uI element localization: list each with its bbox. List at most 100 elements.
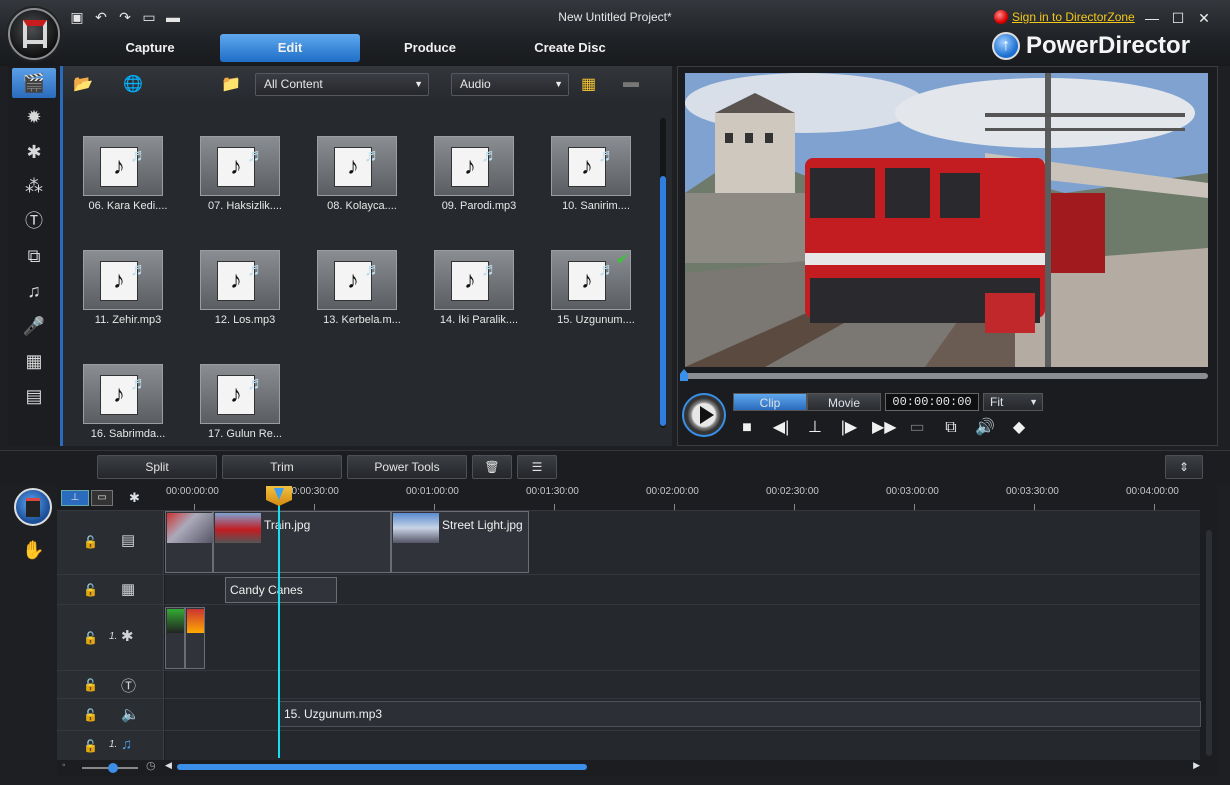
video-track-body[interactable]: Train.jpg Street Light.jpg	[165, 511, 1200, 574]
time-ruler[interactable]: 00:00:00:00 00:00:30:00 00:01:00:00 00:01:3…	[164, 484, 1200, 510]
display-settings-icon[interactable]: ◆	[1008, 417, 1030, 439]
video-clip-street-light[interactable]: Street Light.jpg	[391, 511, 529, 573]
chapter-room-icon[interactable]: ▦	[12, 346, 56, 376]
sign-in-link[interactable]: Sign in to DirectorZone	[1012, 10, 1135, 24]
media-room-icon[interactable]: 🎬	[12, 68, 56, 98]
lock-icon[interactable]: 🔓	[83, 631, 98, 645]
pip-clip-candy-canes[interactable]: Candy Canes	[225, 577, 337, 603]
library-item[interactable]: ♪ ♬ 14. İki Paralik....	[414, 220, 524, 326]
library-item[interactable]: ♪ ♬ 06. Kara Kedi....	[63, 106, 173, 212]
delete-icon[interactable]: 🗑	[472, 455, 512, 479]
seek-bar[interactable]	[683, 373, 1208, 379]
close-button[interactable]: ✕	[1196, 10, 1212, 26]
particle-room-icon[interactable]: ⁂	[12, 171, 56, 201]
timecode-field[interactable]: 00:00:00:00	[885, 393, 979, 411]
magic-tools-icon[interactable]	[14, 488, 52, 526]
timeline-vscroll[interactable]	[1204, 530, 1214, 756]
library-grid: ♪ ♬ 06. Kara Kedi.... ♪ ♬ 07. Haksizlik.... ♪ ♬…	[63, 106, 658, 446]
pip-room-icon[interactable]: ✱	[12, 137, 56, 167]
power-tools-button[interactable]: Power Tools	[347, 455, 467, 479]
ruler-tick-label: 00:01:30:00	[526, 486, 579, 497]
zoom-clock-icon[interactable]: ◷	[146, 759, 156, 772]
undock-icon[interactable]: ⧉	[940, 417, 962, 439]
scroll-left-icon[interactable]: ◀	[165, 760, 172, 771]
timeline-view-icon[interactable]: ⇕	[1165, 455, 1203, 479]
fast-forward-icon[interactable]: ▶▶	[872, 417, 897, 439]
library-item[interactable]: ♪ ♬ 08. Kolayca....	[297, 106, 407, 212]
lock-icon[interactable]: 🔓	[83, 583, 98, 597]
next-frame-icon[interactable]: |▶	[838, 417, 860, 439]
title-track-body[interactable]	[165, 671, 1200, 698]
effect-clip[interactable]	[165, 607, 185, 669]
storyboard-mode-icon[interactable]: ▭	[91, 490, 113, 506]
stop-icon[interactable]: ■	[736, 417, 758, 439]
download-globe-icon[interactable]: 🌐	[123, 74, 143, 94]
lock-icon[interactable]: 🔓	[83, 535, 98, 549]
library-item[interactable]: ♪ ♬ ✔ 15. Uzgunum....	[531, 220, 641, 326]
video-clip[interactable]	[165, 511, 213, 573]
clip-mode-button[interactable]: Clip	[733, 393, 807, 411]
timeline-mode-icon[interactable]: ⊥	[61, 490, 89, 506]
timeline-side-tools: ✋	[10, 484, 56, 776]
video-clip-train[interactable]: Train.jpg	[213, 511, 391, 573]
library-scrollbar[interactable]	[657, 106, 669, 440]
library-item[interactable]: ♪ ♬ 12. Los.mp3	[180, 220, 290, 326]
pip-track-body[interactable]: Candy Canes	[165, 575, 1200, 604]
zoom-out-icon[interactable]: ◦	[62, 760, 66, 771]
import-folder-icon[interactable]: 📂	[73, 74, 93, 94]
timeline-hscroll[interactable]: ◀ ▶	[165, 760, 1200, 774]
upgrade-icon[interactable]: ↑	[992, 32, 1020, 60]
library-item-label: 07. Haksizlik....	[208, 200, 282, 212]
library-toolbar: 📂 🌐 📁 All Content Audio ▦ ▬	[63, 66, 672, 102]
library-item[interactable]: ♪ ♬ 13. Kerbela.m...	[297, 220, 407, 326]
effect-track-body[interactable]	[165, 605, 1200, 670]
content-filter-select[interactable]: All Content	[255, 73, 429, 96]
timeline-zoom-slider[interactable]: ◦ ◷	[62, 759, 158, 774]
tab-edit[interactable]: Edit	[220, 34, 360, 62]
subtitle-room-icon[interactable]: ▤	[12, 381, 56, 411]
view-grid-icon[interactable]: ▦	[581, 74, 596, 94]
train-image	[685, 73, 1208, 367]
title-room-icon[interactable]: Ⓣ	[12, 206, 56, 236]
library-item[interactable]: ♪ ♬ 17. Gulun Re...	[180, 334, 290, 440]
effect-clip[interactable]	[185, 607, 205, 669]
media-type-select[interactable]: Audio	[451, 73, 569, 96]
hand-tool-icon[interactable]: ✋	[22, 540, 44, 561]
audio-mixing-icon[interactable]: ♫	[12, 276, 56, 306]
split-button[interactable]: Split	[97, 455, 217, 479]
audio-clip-uzgunum[interactable]: 15. Uzgunum.mp3	[279, 701, 1201, 727]
mark-icon[interactable]: ⊥	[804, 417, 826, 439]
previous-frame-icon[interactable]: ◀|	[770, 417, 792, 439]
effect-room-icon[interactable]: ✹	[12, 102, 56, 132]
library-item[interactable]: ♪ ♬ 09. Parodi.mp3	[414, 106, 524, 212]
volume-icon[interactable]: 🔊	[974, 417, 996, 439]
lock-icon[interactable]: 🔓	[83, 708, 98, 722]
movie-mode-button[interactable]: Movie	[807, 393, 881, 411]
library-menu-icon[interactable]: ▬	[623, 74, 639, 92]
tab-create-disc[interactable]: Create Disc	[500, 34, 640, 62]
voice-track-body[interactable]: 15. Uzgunum.mp3	[165, 699, 1201, 730]
library-item[interactable]: ♪ ♬ 16. Sabrimda...	[63, 334, 173, 440]
scroll-right-icon[interactable]: ▶	[1193, 760, 1200, 771]
check-icon: ✔	[616, 251, 628, 267]
zoom-fit-select[interactable]: Fit	[983, 393, 1043, 411]
playhead[interactable]	[278, 486, 280, 758]
trim-button[interactable]: Trim	[222, 455, 342, 479]
snapshot-icon[interactable]: ▭	[906, 417, 928, 439]
library-item[interactable]: ♪ ♬ 07. Haksizlik....	[180, 106, 290, 212]
play-button[interactable]	[682, 393, 726, 437]
clip-menu-icon[interactable]: ☰	[517, 455, 557, 479]
seek-handle[interactable]	[680, 369, 688, 381]
library-item[interactable]: ♪ ♬ 10. Sanirim....	[531, 106, 641, 212]
lock-icon[interactable]: 🔓	[83, 678, 98, 692]
library-item[interactable]: ♪ ♬ 11. Zehir.mp3	[63, 220, 173, 326]
content-filter-icon[interactable]: 📁	[221, 74, 241, 94]
music-track-body[interactable]	[165, 731, 1200, 760]
track-manager-icon[interactable]: ✱	[129, 490, 140, 506]
maximize-button[interactable]: ☐	[1170, 10, 1186, 26]
minimize-button[interactable]: —	[1144, 10, 1160, 26]
tab-capture[interactable]: Capture	[80, 34, 220, 62]
lock-icon[interactable]: 🔓	[83, 739, 98, 753]
tab-produce[interactable]: Produce	[360, 34, 500, 62]
transition-room-icon[interactable]: ⧉	[12, 241, 56, 271]
